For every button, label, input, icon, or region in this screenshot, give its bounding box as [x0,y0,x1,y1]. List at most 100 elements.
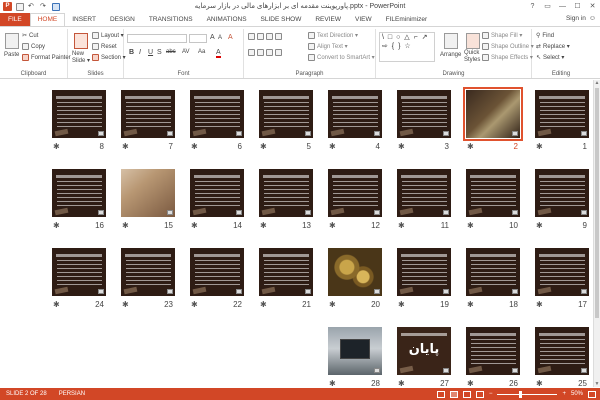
slide-thumbnail[interactable] [259,169,313,217]
slide-thumbnail[interactable] [397,248,451,296]
align-text-button[interactable]: Align Text ▾ [308,43,348,50]
slide-thumbnail[interactable] [52,248,106,296]
animation-star-icon[interactable]: ✱ [191,300,198,309]
minimize-button[interactable]: — [555,0,570,13]
tab-home[interactable]: HOME [29,13,66,26]
slide-thumbnail[interactable]: پایان [397,327,451,375]
animation-star-icon[interactable]: ✱ [536,221,543,230]
shape-fill-button[interactable]: Shape Fill ▾ [482,32,522,39]
animation-star-icon[interactable]: ✱ [467,142,474,151]
animation-star-icon[interactable]: ✱ [329,379,336,388]
slide-thumbnail[interactable] [328,327,382,375]
animation-star-icon[interactable]: ✱ [122,221,129,230]
italic-button[interactable]: I [139,49,141,56]
zoom-slider-knob[interactable] [519,390,523,398]
tab-insert[interactable]: INSERT [65,13,103,26]
slide-thumbnail[interactable] [535,248,589,296]
slide-thumbnail[interactable] [328,90,382,138]
tab-slideshow[interactable]: SLIDE SHOW [254,13,309,26]
select-button[interactable]: ↖ Select ▾ [536,54,564,61]
grow-font-button[interactable]: A [210,34,215,41]
scrollbar-thumb[interactable] [595,88,599,318]
shape-effects-button[interactable]: Shape Effects ▾ [482,54,533,61]
replace-button[interactable]: ⇄ Replace ▾ [536,43,570,50]
animation-star-icon[interactable]: ✱ [329,221,336,230]
shrink-font-button[interactable]: A [218,35,222,41]
slide-thumbnail[interactable] [466,169,520,217]
copy-button[interactable]: Copy [22,43,45,50]
tab-file[interactable]: FILE [0,13,30,26]
paste-button[interactable]: Paste [4,52,19,58]
maximize-button[interactable]: ☐ [570,0,585,13]
shapes-gallery[interactable]: \ □ ○ △ ⌐ ↗ ⇨ { } ☆ [379,32,435,62]
ribbon-display-button[interactable]: ▭ [540,0,555,13]
char-spacing-button[interactable]: AV [182,49,190,55]
text-direction-button[interactable]: Text Direction ▾ [308,32,358,39]
slide-thumbnail[interactable] [121,90,175,138]
animation-star-icon[interactable]: ✱ [329,300,336,309]
animation-star-icon[interactable]: ✱ [467,300,474,309]
animation-star-icon[interactable]: ✱ [53,300,60,309]
reading-view-icon[interactable] [462,390,471,398]
start-slideshow-icon[interactable] [52,2,60,11]
slide-thumbnail[interactable] [52,169,106,217]
tab-animations[interactable]: ANIMATIONS [200,13,254,26]
layout-button[interactable]: Layout ▾ [92,32,124,39]
change-case-button[interactable]: Aa [198,49,205,55]
format-painter-button[interactable]: Format Painter [22,54,71,61]
shape-outline-button[interactable]: Shape Outline ▾ [482,43,534,50]
animation-star-icon[interactable]: ✱ [260,300,267,309]
paste-icon[interactable] [5,33,19,49]
animation-star-icon[interactable]: ✱ [122,142,129,151]
slideshow-view-icon[interactable] [475,390,484,398]
tab-view[interactable]: VIEW [348,13,379,26]
animation-star-icon[interactable]: ✱ [398,379,405,388]
slide-thumbnail[interactable] [397,90,451,138]
scroll-down-icon[interactable]: ▼ [594,381,600,387]
strikethrough-button[interactable]: abc [166,49,176,55]
slide-thumbnail[interactable] [535,327,589,375]
tab-fileminimizer[interactable]: FILEminimizer [379,13,435,26]
clear-format-button[interactable]: A [228,34,233,41]
font-name-input[interactable] [127,34,187,43]
underline-button[interactable]: U [148,49,153,56]
animation-star-icon[interactable]: ✱ [536,142,543,151]
undo-icon[interactable]: ↶ [28,3,36,11]
slide-thumbnail[interactable] [397,169,451,217]
arrange-button[interactable]: Arrange [440,52,461,58]
slide-thumbnail[interactable] [535,90,589,138]
animation-star-icon[interactable]: ✱ [53,142,60,151]
animation-star-icon[interactable]: ✱ [191,221,198,230]
slide-thumbnail[interactable] [52,90,106,138]
slide-thumbnail[interactable] [328,169,382,217]
zoom-level[interactable]: 50% [571,391,583,397]
slide-thumbnail[interactable] [190,90,244,138]
slide-thumbnail[interactable] [121,169,175,217]
close-button[interactable]: ✕ [585,0,600,13]
sign-in-label[interactable]: Sign in [566,15,586,22]
slide-thumbnail[interactable] [259,248,313,296]
reset-button[interactable]: Reset [92,43,117,50]
animation-star-icon[interactable]: ✱ [260,142,267,151]
vertical-scrollbar[interactable]: ▲ ▼ [593,80,600,387]
slide-thumbnail[interactable] [466,327,520,375]
bold-button[interactable]: B [129,49,134,56]
bullets-button[interactable] [248,33,282,40]
smartart-button[interactable]: Convert to SmartArt ▾ [308,54,375,61]
help-button[interactable]: ? [525,0,540,13]
animation-star-icon[interactable]: ✱ [191,142,198,151]
animation-star-icon[interactable]: ✱ [536,379,543,388]
font-color-button[interactable]: A [216,49,221,58]
zoom-in-button[interactable]: + [562,391,566,397]
language-indicator[interactable]: PERSIAN [53,391,91,397]
scroll-up-icon[interactable]: ▲ [594,80,600,86]
slide-thumbnail[interactable] [190,248,244,296]
animation-star-icon[interactable]: ✱ [398,142,405,151]
animation-star-icon[interactable]: ✱ [53,221,60,230]
tab-design[interactable]: DESIGN [103,13,142,26]
animation-star-icon[interactable]: ✱ [467,221,474,230]
animation-star-icon[interactable]: ✱ [536,300,543,309]
slide-thumbnail[interactable] [466,248,520,296]
new-slide-button[interactable]: New Slide ▾ [72,51,90,65]
align-buttons[interactable] [248,49,282,56]
